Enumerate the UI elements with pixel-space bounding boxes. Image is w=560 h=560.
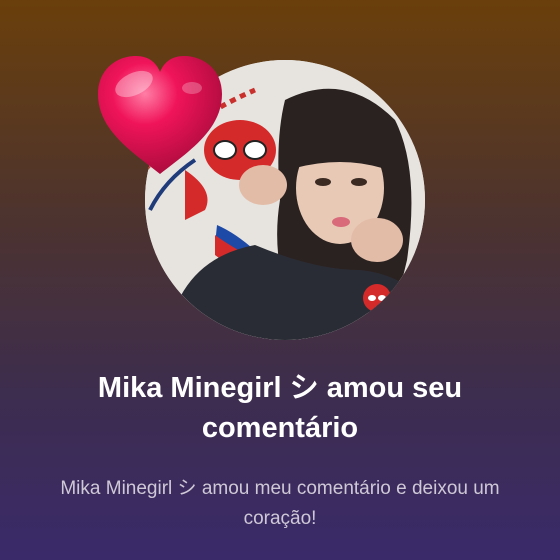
notification-title: Mika Minegirl シ amou seu comentário bbox=[97, 372, 463, 444]
notification-message: Mika Minegirl シ amou meu comentário e de… bbox=[60, 478, 500, 529]
heart-icon bbox=[98, 56, 222, 174]
reaction-notification-card: Mika Minegirl シ amou seu comentário Mika… bbox=[0, 0, 560, 560]
